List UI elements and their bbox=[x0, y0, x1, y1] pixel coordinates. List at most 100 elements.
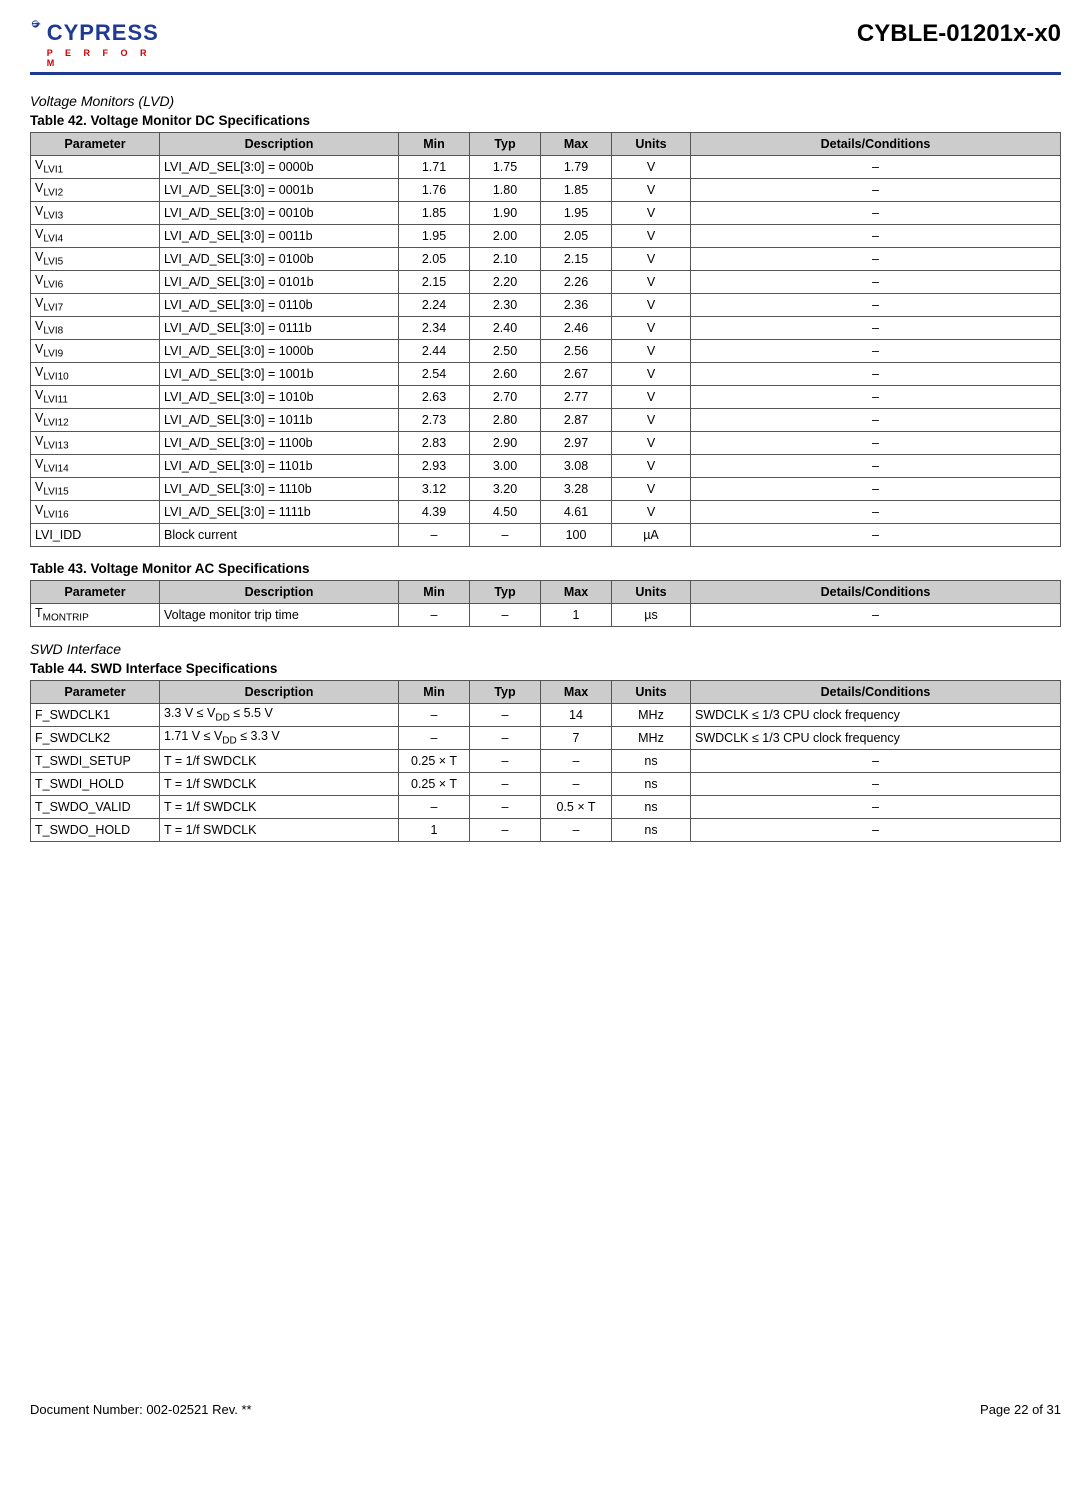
cell-typ: 2.70 bbox=[470, 386, 541, 409]
cell-details: – bbox=[691, 773, 1061, 796]
cell-typ: 3.20 bbox=[470, 478, 541, 501]
table-row: T_SWDO_VALIDT = 1/f SWDCLK––0.5 × Tns– bbox=[31, 796, 1061, 819]
cell-min: 3.12 bbox=[399, 478, 470, 501]
cell-details: – bbox=[691, 386, 1061, 409]
cell-min: 2.73 bbox=[399, 409, 470, 432]
table-row: VLVI10LVI_A/D_SEL[3:0] = 1001b2.542.602.… bbox=[31, 363, 1061, 386]
cell-max: 2.97 bbox=[541, 432, 612, 455]
table-row: VLVI14LVI_A/D_SEL[3:0] = 1101b2.933.003.… bbox=[31, 455, 1061, 478]
cell-min: – bbox=[399, 604, 470, 627]
cell-max: 1.85 bbox=[541, 179, 612, 202]
cell-max: 4.61 bbox=[541, 501, 612, 524]
cell-typ: 3.00 bbox=[470, 455, 541, 478]
cell-u: V bbox=[612, 340, 691, 363]
table-row: VLVI13LVI_A/D_SEL[3:0] = 1100b2.832.902.… bbox=[31, 432, 1061, 455]
cell-description: LVI_A/D_SEL[3:0] = 1101b bbox=[160, 455, 399, 478]
cell-min: 2.93 bbox=[399, 455, 470, 478]
page-header: CYPRESS P E R F O R M CYBLE-01201x-x0 bbox=[30, 20, 1061, 75]
cell-u: V bbox=[612, 271, 691, 294]
cell-description: T = 1/f SWDCLK bbox=[160, 750, 399, 773]
brand-logo: CYPRESS P E R F O R M bbox=[30, 20, 159, 68]
cell-details: – bbox=[691, 156, 1061, 179]
cell-u: ns bbox=[612, 750, 691, 773]
table-row: T_SWDO_HOLDT = 1/f SWDCLK1––ns– bbox=[31, 819, 1061, 842]
cell-description: LVI_A/D_SEL[3:0] = 1000b bbox=[160, 340, 399, 363]
table-row: VLVI8LVI_A/D_SEL[3:0] = 0111b2.342.402.4… bbox=[31, 317, 1061, 340]
cell-description: LVI_A/D_SEL[3:0] = 0100b bbox=[160, 248, 399, 271]
cell-parameter: VLVI14 bbox=[31, 455, 160, 478]
col-header: Min bbox=[399, 133, 470, 156]
col-header: Parameter bbox=[31, 681, 160, 704]
table-row: VLVI2LVI_A/D_SEL[3:0] = 0001b1.761.801.8… bbox=[31, 179, 1061, 202]
cell-u: MHz bbox=[612, 727, 691, 750]
col-header: Parameter bbox=[31, 133, 160, 156]
table-row: VLVI9LVI_A/D_SEL[3:0] = 1000b2.442.502.5… bbox=[31, 340, 1061, 363]
cell-typ: 1.80 bbox=[470, 179, 541, 202]
cell-min: 2.05 bbox=[399, 248, 470, 271]
cell-parameter: VLVI10 bbox=[31, 363, 160, 386]
cell-typ: 2.60 bbox=[470, 363, 541, 386]
cell-details: – bbox=[691, 501, 1061, 524]
cell-parameter: LVI_IDD bbox=[31, 524, 160, 547]
cell-parameter: VLVI11 bbox=[31, 386, 160, 409]
table44-caption: Table 44. SWD Interface Specifications bbox=[30, 661, 1061, 676]
col-header: Description bbox=[160, 133, 399, 156]
cell-u: V bbox=[612, 386, 691, 409]
cell-parameter: F_SWDCLK2 bbox=[31, 727, 160, 750]
cell-min: 4.39 bbox=[399, 501, 470, 524]
cell-details: – bbox=[691, 363, 1061, 386]
table-row: TMONTRIPVoltage monitor trip time––1µs– bbox=[31, 604, 1061, 627]
cell-parameter: T_SWDO_HOLD bbox=[31, 819, 160, 842]
table-row: T_SWDI_SETUPT = 1/f SWDCLK0.25 × T––ns– bbox=[31, 750, 1061, 773]
cell-u: µs bbox=[612, 604, 691, 627]
cell-typ: 2.20 bbox=[470, 271, 541, 294]
cell-description: T = 1/f SWDCLK bbox=[160, 819, 399, 842]
cell-max: 2.36 bbox=[541, 294, 612, 317]
cell-parameter: VLVI13 bbox=[31, 432, 160, 455]
cell-min: – bbox=[399, 524, 470, 547]
cell-typ: – bbox=[470, 604, 541, 627]
cell-description: T = 1/f SWDCLK bbox=[160, 796, 399, 819]
cell-u: V bbox=[612, 225, 691, 248]
cell-max: 2.67 bbox=[541, 363, 612, 386]
cell-details: – bbox=[691, 340, 1061, 363]
cell-min: – bbox=[399, 727, 470, 750]
cell-max: 1 bbox=[541, 604, 612, 627]
cell-min: 1.85 bbox=[399, 202, 470, 225]
table-row: VLVI6LVI_A/D_SEL[3:0] = 0101b2.152.202.2… bbox=[31, 271, 1061, 294]
cell-parameter: VLVI7 bbox=[31, 294, 160, 317]
cell-details: SWDCLK ≤ 1/3 CPU clock frequency bbox=[691, 727, 1061, 750]
cell-description: Voltage monitor trip time bbox=[160, 604, 399, 627]
col-header: Parameter bbox=[31, 581, 160, 604]
cell-u: V bbox=[612, 202, 691, 225]
col-header: Details/Conditions bbox=[691, 581, 1061, 604]
col-header: Max bbox=[541, 581, 612, 604]
cell-description: LVI_A/D_SEL[3:0] = 0111b bbox=[160, 317, 399, 340]
cell-u: µA bbox=[612, 524, 691, 547]
cell-parameter: T_SWDO_VALID bbox=[31, 796, 160, 819]
table-row: VLVI5LVI_A/D_SEL[3:0] = 0100b2.052.102.1… bbox=[31, 248, 1061, 271]
cell-max: 14 bbox=[541, 704, 612, 727]
cell-details: – bbox=[691, 294, 1061, 317]
cell-min: 1 bbox=[399, 819, 470, 842]
cell-parameter: TMONTRIP bbox=[31, 604, 160, 627]
table-row: VLVI12LVI_A/D_SEL[3:0] = 1011b2.732.802.… bbox=[31, 409, 1061, 432]
cell-parameter: VLVI15 bbox=[31, 478, 160, 501]
cell-u: V bbox=[612, 294, 691, 317]
cell-min: – bbox=[399, 704, 470, 727]
cell-typ: 2.10 bbox=[470, 248, 541, 271]
cell-details: – bbox=[691, 524, 1061, 547]
cell-max: 2.05 bbox=[541, 225, 612, 248]
cell-description: LVI_A/D_SEL[3:0] = 0110b bbox=[160, 294, 399, 317]
cell-min: 2.24 bbox=[399, 294, 470, 317]
cell-u: ns bbox=[612, 773, 691, 796]
table42: ParameterDescriptionMinTypMaxUnitsDetail… bbox=[30, 132, 1061, 547]
cell-details: – bbox=[691, 604, 1061, 627]
col-header: Min bbox=[399, 581, 470, 604]
cell-parameter: T_SWDI_HOLD bbox=[31, 773, 160, 796]
cell-max: – bbox=[541, 773, 612, 796]
cell-min: 0.25 × T bbox=[399, 773, 470, 796]
cell-typ: – bbox=[470, 524, 541, 547]
cell-max: 100 bbox=[541, 524, 612, 547]
cell-typ: 2.40 bbox=[470, 317, 541, 340]
